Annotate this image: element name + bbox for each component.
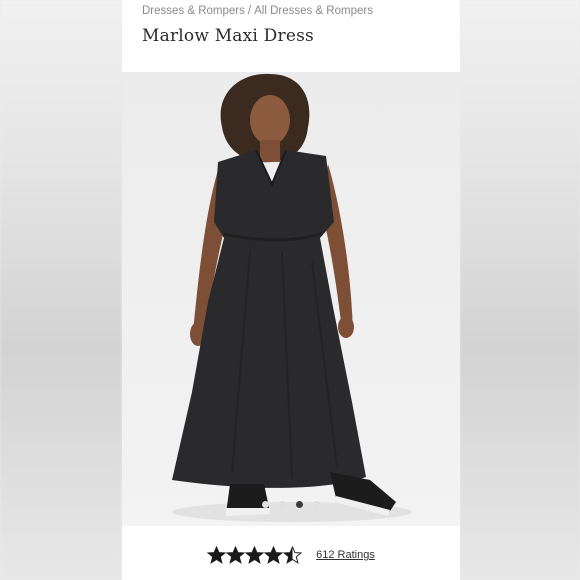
blurred-background-left — [0, 0, 122, 580]
star-full-icon — [245, 546, 265, 564]
breadcrumb-item-dresses-rompers[interactable]: Dresses & Rompers — [142, 5, 245, 17]
carousel-dot-2[interactable] — [279, 501, 286, 508]
carousel-dot-1[interactable] — [262, 501, 269, 508]
product-rating: 612 Ratings — [122, 546, 460, 564]
breadcrumb: Dresses & Rompers / All Dresses & Rompers — [142, 5, 452, 17]
star-rating[interactable] — [207, 546, 303, 564]
carousel-dot-4[interactable] — [313, 501, 320, 508]
star-half-icon — [283, 546, 303, 564]
carousel-dot-3-active[interactable] — [296, 501, 303, 508]
carousel-dots — [122, 501, 460, 511]
ratings-count-link[interactable]: 612 Ratings — [316, 549, 375, 561]
model-photo-illustration — [172, 73, 412, 522]
star-full-icon — [264, 546, 284, 564]
breadcrumb-separator: / — [247, 5, 252, 17]
star-full-icon — [207, 546, 227, 564]
blurred-background-right — [460, 0, 580, 580]
product-title: Marlow Maxi Dress — [142, 26, 314, 46]
product-card: Dresses & Rompers / All Dresses & Rompers … — [122, 0, 460, 580]
star-full-icon — [226, 546, 246, 564]
breadcrumb-item-all-dresses-rompers[interactable]: All Dresses & Rompers — [254, 5, 373, 17]
product-image[interactable] — [122, 72, 460, 526]
